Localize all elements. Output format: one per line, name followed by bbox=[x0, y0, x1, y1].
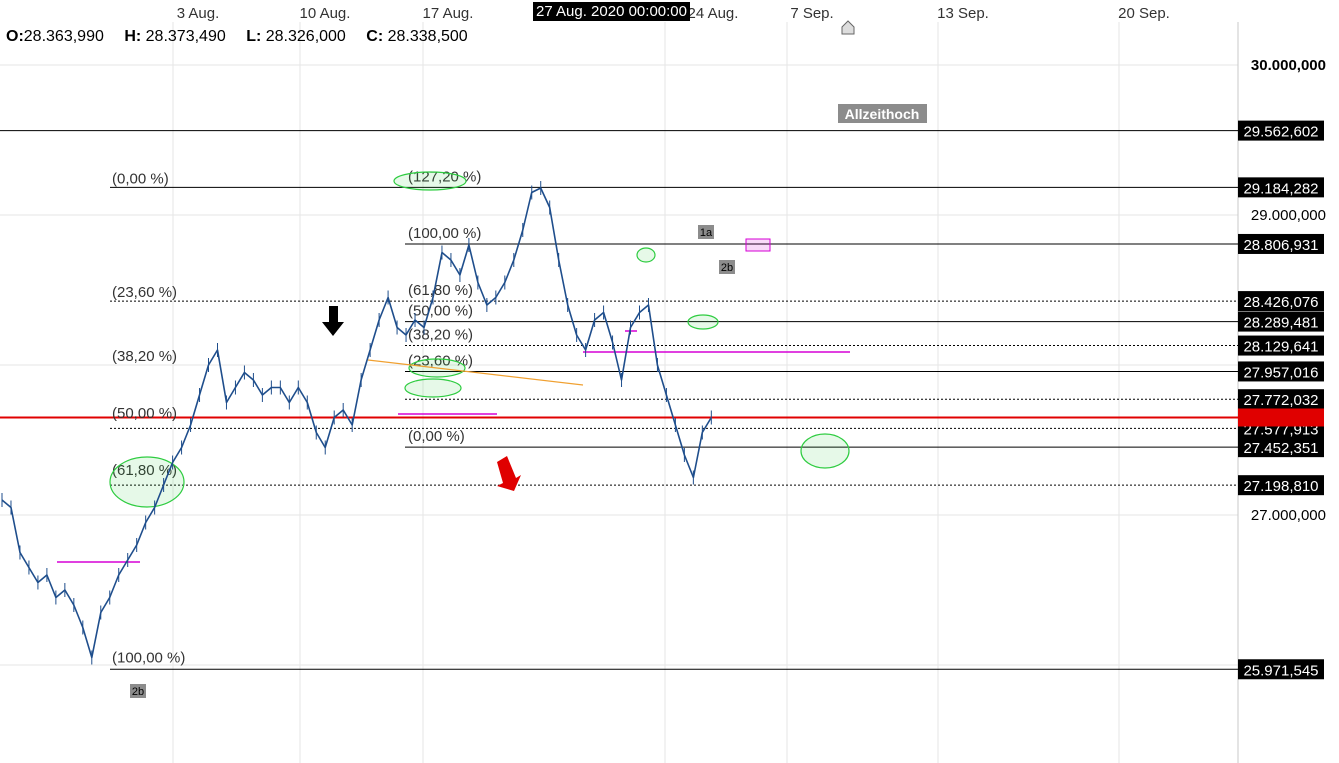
ohlc-readout: O:28.363,990 H: 28.373,490 L: 28.326,000… bbox=[6, 28, 484, 46]
fib-label-large: (23,60 %) bbox=[112, 284, 177, 301]
x-tick-label: 20 Sep. bbox=[1118, 5, 1170, 22]
fib-label-large: (0,00 %) bbox=[112, 170, 169, 187]
price-tag-text: 27.452,351 bbox=[1243, 440, 1318, 457]
price-axis: 30.000,000 29.000,000 27.000,000 29.562,602… bbox=[1238, 57, 1326, 680]
wave-label: 1a bbox=[700, 227, 713, 239]
price-tag-text: 27.957,016 bbox=[1243, 364, 1318, 381]
fib-label-small: (61,80 %) bbox=[408, 282, 473, 299]
y-tick-label: 30.000,000 bbox=[1251, 57, 1326, 74]
price-tag-text: 28.129,641 bbox=[1243, 339, 1318, 356]
price-tag: 28.129,641 bbox=[1238, 335, 1324, 356]
chart-grid bbox=[0, 22, 1239, 763]
price-tag: 28.426,076 bbox=[1238, 291, 1324, 312]
price-tag-text: 28.806,931 bbox=[1243, 237, 1318, 254]
price-tag-text: 27.772,032 bbox=[1243, 392, 1318, 409]
price-tag: 28.289,481 bbox=[1238, 311, 1324, 332]
y-tick-label: 27.000,000 bbox=[1251, 507, 1326, 524]
close-value: 28.338,500 bbox=[387, 28, 468, 45]
fib-label-large: (50,00 %) bbox=[112, 405, 177, 422]
low-value: 28.326,000 bbox=[265, 28, 346, 45]
price-tag-text: 29.184,282 bbox=[1243, 180, 1318, 197]
x-tick-label: 24 Aug. bbox=[688, 5, 739, 22]
fibonacci-levels bbox=[0, 130, 1238, 670]
wave-label: 2b bbox=[132, 686, 144, 698]
low-label: L: bbox=[246, 28, 262, 45]
open-value: 28.363,990 bbox=[23, 28, 104, 45]
crosshair-marker-icon bbox=[841, 20, 855, 35]
price-tag-text: 28.426,076 bbox=[1243, 294, 1318, 311]
high-label: H: bbox=[124, 28, 142, 45]
chart-annotations: (0,00 %) (23,60 %) (38,20 %) (50,00 %) (61,8… bbox=[57, 20, 927, 698]
price-series bbox=[1, 181, 712, 665]
highlight-circle bbox=[800, 433, 850, 469]
price-tag-text: 25.971,545 bbox=[1243, 662, 1318, 679]
price-tag: 27.772,032 bbox=[1238, 389, 1324, 410]
fib-label-small: (0,00 %) bbox=[408, 428, 465, 445]
x-tick-label: 7 Sep. bbox=[790, 5, 833, 22]
wave-label: 2b bbox=[721, 262, 733, 274]
fib-label-small: (100,00 %) bbox=[408, 225, 481, 242]
trendline bbox=[367, 359, 584, 386]
price-tag-text: 27.198,810 bbox=[1243, 478, 1318, 495]
ath-label: Allzeithoch bbox=[845, 106, 920, 122]
open-label: O: bbox=[6, 28, 24, 45]
highlight-circle bbox=[404, 378, 462, 398]
fib-label-large: (100,00 %) bbox=[112, 650, 185, 667]
price-tag-text: 29.562,602 bbox=[1243, 124, 1318, 141]
price-line bbox=[1, 187, 712, 659]
fib-label-large: (38,20 %) bbox=[112, 348, 177, 365]
down-arrow-icon bbox=[322, 306, 344, 336]
price-tag-text: 28.289,481 bbox=[1243, 315, 1318, 332]
x-tick-label: 13 Sep. bbox=[937, 5, 989, 22]
high-value: 28.373,490 bbox=[145, 28, 226, 45]
highlight-circle bbox=[393, 171, 467, 191]
current-price-tag bbox=[1238, 408, 1324, 427]
price-tag: 27.957,016 bbox=[1238, 361, 1324, 382]
price-tag: 25.971,545 bbox=[1238, 659, 1324, 680]
fib-label-small: (38,20 %) bbox=[408, 327, 473, 344]
price-chart[interactable]: (0,00 %) (23,60 %) (38,20 %) (50,00 %) (61,8… bbox=[0, 0, 1339, 763]
crosshair-date-label: 27 Aug. 2020 00:00:00 bbox=[533, 2, 690, 21]
close-label: C: bbox=[366, 28, 384, 45]
x-tick-label: 17 Aug. bbox=[423, 5, 474, 22]
magenta-box bbox=[745, 238, 771, 252]
price-tag: 28.806,931 bbox=[1238, 233, 1324, 254]
x-tick-label: 3 Aug. bbox=[177, 5, 220, 22]
highlight-circle bbox=[636, 247, 656, 263]
price-tag: 29.562,602 bbox=[1238, 120, 1324, 141]
price-tag: 27.198,810 bbox=[1238, 475, 1324, 496]
y-tick-label: 29.000,000 bbox=[1251, 207, 1326, 224]
price-tag: 27.452,351 bbox=[1238, 437, 1324, 458]
up-arrow-icon bbox=[497, 456, 521, 491]
fib-label-small: (50,00 %) bbox=[408, 303, 473, 320]
price-tag: 29.184,282 bbox=[1238, 177, 1324, 198]
highlight-circle bbox=[687, 314, 719, 330]
x-tick-label: 10 Aug. bbox=[300, 5, 351, 22]
